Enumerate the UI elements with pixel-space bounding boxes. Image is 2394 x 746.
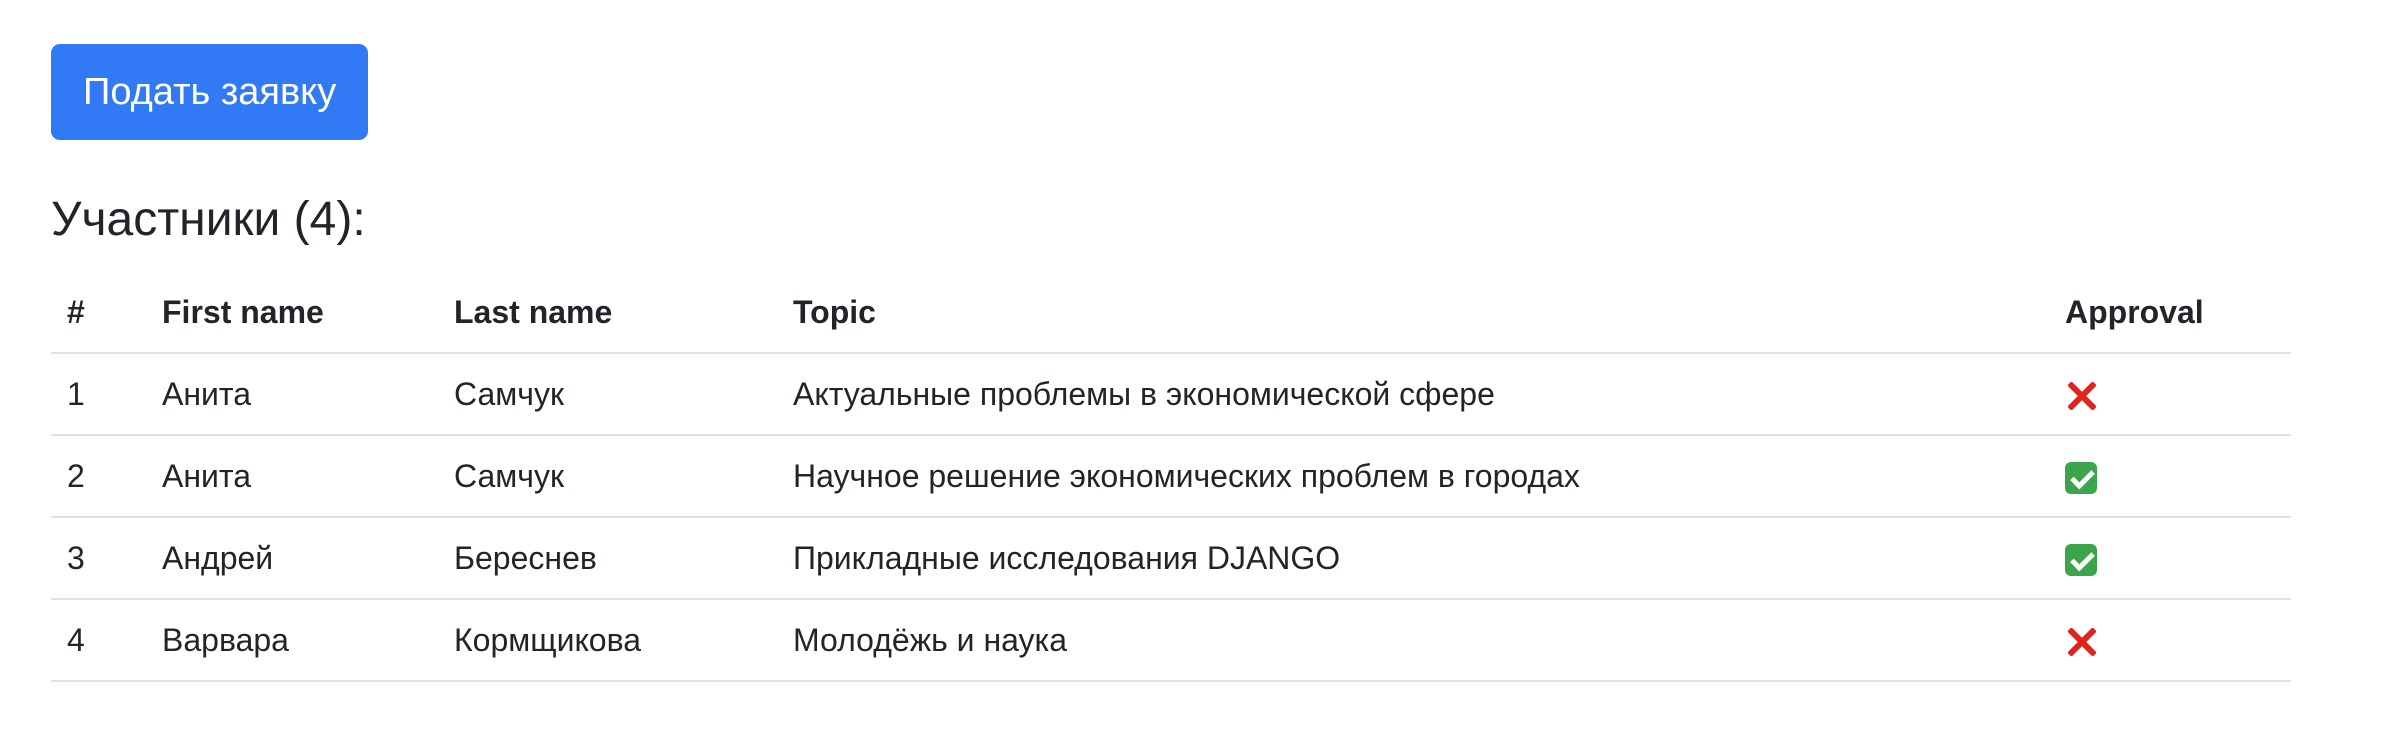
topic-cell: Прикладные исследования DJANGO xyxy=(777,517,2049,600)
approval-cell xyxy=(2049,353,2291,436)
column-header-number: # xyxy=(51,272,146,354)
cross-mark-icon xyxy=(2065,626,2097,658)
first-name-cell: Анита xyxy=(146,435,438,518)
row-number: 4 xyxy=(51,599,146,682)
table-row: 4 Варвара Кормщикова Молодёжь и наука xyxy=(51,599,2291,682)
first-name-cell: Анита xyxy=(146,353,438,436)
participants-table: # First name Last name Topic Approval 1 … xyxy=(51,272,2291,682)
column-header-approval: Approval xyxy=(2049,272,2291,354)
first-name-cell: Варвара xyxy=(146,599,438,682)
column-header-first-name: First name xyxy=(146,272,438,354)
participants-heading: Участники (4): xyxy=(51,193,366,246)
topic-cell: Актуальные проблемы в экономической сфер… xyxy=(777,353,2049,436)
row-number: 3 xyxy=(51,517,146,600)
table-header-row: # First name Last name Topic Approval xyxy=(51,272,2291,354)
approval-cell xyxy=(2049,599,2291,682)
topic-cell: Молодёжь и наука xyxy=(777,599,2049,682)
approval-cell xyxy=(2049,435,2291,518)
main-container: Подать заявку Участники (4): # First nam… xyxy=(51,44,2291,682)
table-row: 3 Андрей Береснев Прикладные исследовани… xyxy=(51,517,2291,600)
check-mark-icon xyxy=(2065,462,2097,495)
submit-application-button[interactable]: Подать заявку xyxy=(51,44,369,140)
check-mark-icon xyxy=(2065,544,2097,577)
first-name-cell: Андрей xyxy=(146,517,438,600)
last-name-cell: Береснев xyxy=(438,517,777,600)
row-number: 1 xyxy=(51,353,146,436)
table-row: 2 Анита Самчук Научное решение экономиче… xyxy=(51,435,2291,518)
approval-cell xyxy=(2049,517,2291,600)
last-name-cell: Самчук xyxy=(438,435,777,518)
table-row: 1 Анита Самчук Актуальные проблемы в эко… xyxy=(51,353,2291,436)
row-number: 2 xyxy=(51,435,146,518)
last-name-cell: Кормщикова xyxy=(438,599,777,682)
last-name-cell: Самчук xyxy=(438,353,777,436)
column-header-last-name: Last name xyxy=(438,272,777,354)
cross-mark-icon xyxy=(2065,380,2097,412)
column-header-topic: Topic xyxy=(777,272,2049,354)
topic-cell: Научное решение экономических проблем в … xyxy=(777,435,2049,518)
